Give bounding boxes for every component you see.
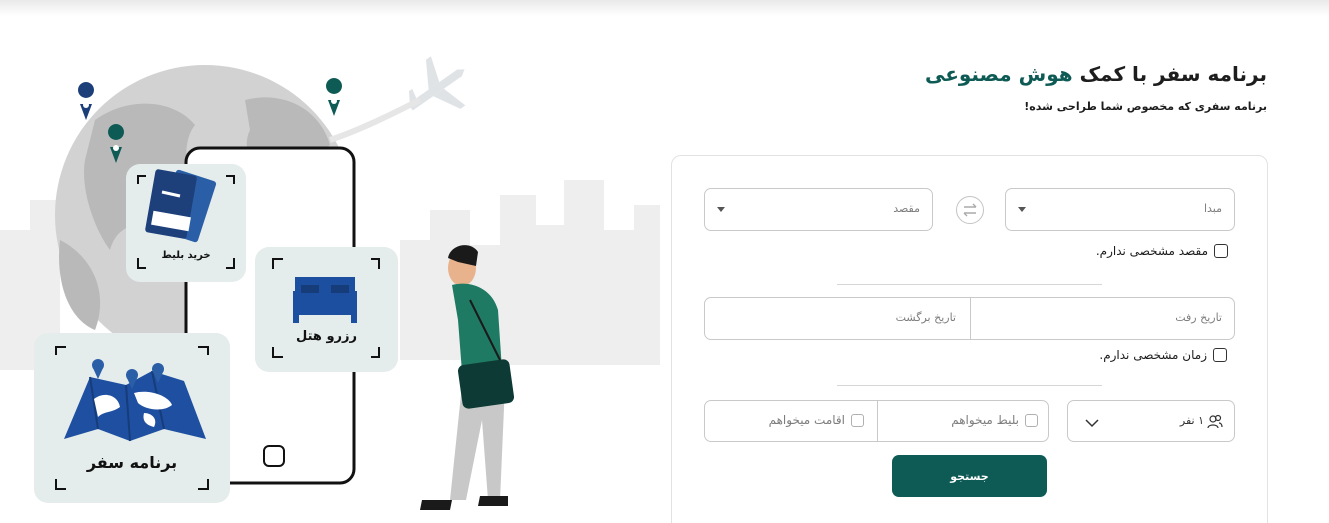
want-stay-checkbox[interactable] [851, 413, 864, 427]
search-button[interactable]: جستجو [892, 455, 1047, 497]
return-date-input[interactable]: تاریخ برگشت [896, 311, 956, 324]
chevron-down-icon [717, 207, 725, 212]
swap-arrows-icon [963, 203, 977, 217]
no-time-checkbox-row[interactable]: زمان مشخصی ندارم. [1099, 348, 1227, 362]
no-time-checkbox[interactable] [1213, 348, 1227, 362]
tile-trip-plan-label: برنامه سفر [86, 453, 178, 472]
tile-hotel-booking-label: رزرو هتل [296, 329, 357, 344]
tile-buy-ticket-label: خرید بلیط [161, 250, 211, 261]
people-icon [1207, 414, 1223, 429]
world-map-icon [55, 346, 209, 490]
want-ticket-option[interactable]: بلیط میخواهم [951, 413, 1038, 427]
want-stay-option[interactable]: اقامت میخواهم [769, 413, 864, 427]
location-pin-icon [78, 81, 95, 120]
divider [837, 284, 1102, 285]
tile-trip-plan[interactable]: برنامه سفر [34, 333, 230, 503]
origin-select[interactable]: مبدا [1005, 188, 1235, 231]
destination-select[interactable]: مقصد [704, 188, 933, 231]
hero-illustration: خرید بلیط رزرو هتل برنامه سفر [0, 0, 660, 523]
swap-button[interactable] [956, 196, 984, 224]
options-separator [877, 401, 878, 441]
want-ticket-checkbox[interactable] [1025, 413, 1038, 427]
location-pin-icon [326, 78, 343, 116]
date-range-field[interactable]: تاریخ رفت تاریخ برگشت [704, 297, 1235, 340]
chevron-down-icon [1018, 207, 1026, 212]
page-subtitle: برنامه سفری که مخصوص شما طراحی شده! [1024, 100, 1267, 113]
bed-icon [272, 258, 380, 358]
tile-hotel-booking[interactable]: رزرو هتل [255, 247, 398, 372]
airplane-icon [408, 56, 466, 111]
chevron-down-icon [1085, 419, 1099, 428]
travelers-count: ۱ نفر [1179, 414, 1204, 427]
ticket-icon [137, 169, 235, 269]
no-time-label: زمان مشخصی ندارم. [1099, 348, 1207, 362]
no-destination-checkbox-row[interactable]: مقصد مشخصی ندارم. [1096, 244, 1228, 258]
travelers-select[interactable]: ۱ نفر [1067, 400, 1235, 442]
divider [837, 385, 1102, 386]
no-destination-label: مقصد مشخصی ندارم. [1095, 244, 1208, 258]
date-separator [970, 298, 971, 339]
page-title: برنامه سفر با کمک هوش مصنوعی [925, 62, 1267, 86]
origin-select-label: مبدا [1203, 202, 1222, 215]
page-title-prefix: برنامه سفر با کمک [1079, 62, 1267, 86]
service-options: بلیط میخواهم اقامت میخواهم [704, 400, 1049, 442]
departure-date-input[interactable]: تاریخ رفت [1175, 311, 1222, 324]
no-destination-checkbox[interactable] [1214, 244, 1228, 258]
want-stay-label: اقامت میخواهم [768, 413, 845, 427]
want-ticket-label: بلیط میخواهم [951, 413, 1019, 427]
destination-select-label: مقصد [893, 202, 920, 215]
tile-buy-ticket[interactable]: خرید بلیط [126, 164, 246, 282]
page-title-accent: هوش مصنوعی [924, 62, 1073, 86]
